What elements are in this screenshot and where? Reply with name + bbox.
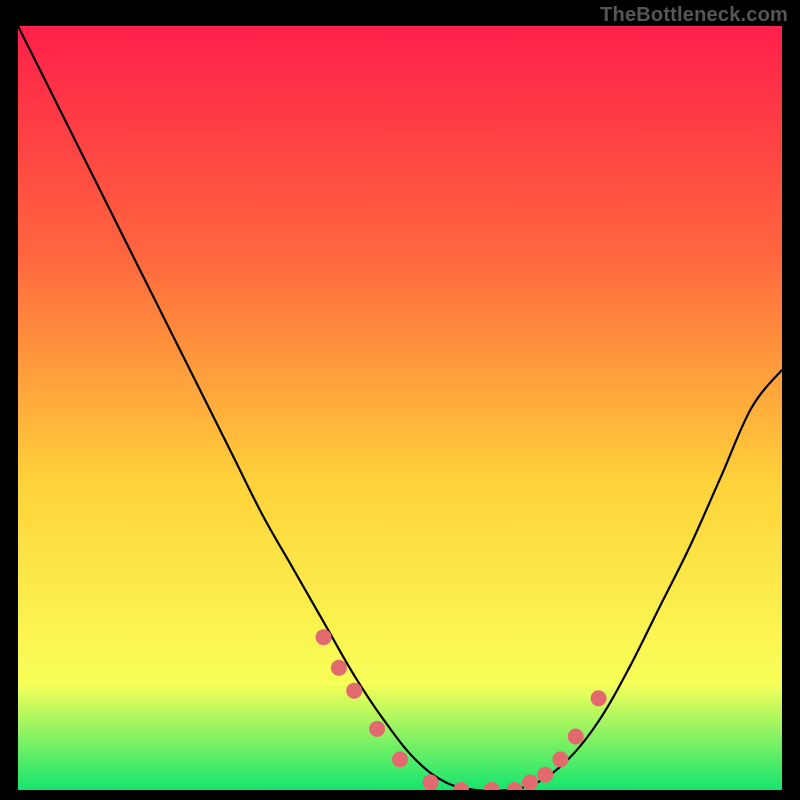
chart-stage: TheBottleneck.com bbox=[0, 0, 800, 800]
highlight-marker bbox=[392, 751, 408, 767]
highlight-marker bbox=[346, 683, 362, 699]
highlight-marker bbox=[552, 751, 568, 767]
bottleneck-chart bbox=[18, 26, 782, 790]
highlight-marker bbox=[331, 660, 347, 676]
highlight-marker bbox=[591, 690, 607, 706]
highlight-marker bbox=[369, 721, 385, 737]
watermark-text: TheBottleneck.com bbox=[600, 4, 788, 27]
highlight-marker bbox=[522, 774, 538, 790]
gradient-background bbox=[18, 26, 782, 790]
highlight-marker bbox=[423, 774, 439, 790]
highlight-marker bbox=[537, 767, 553, 783]
highlight-marker bbox=[316, 629, 332, 645]
highlight-marker bbox=[568, 729, 584, 745]
